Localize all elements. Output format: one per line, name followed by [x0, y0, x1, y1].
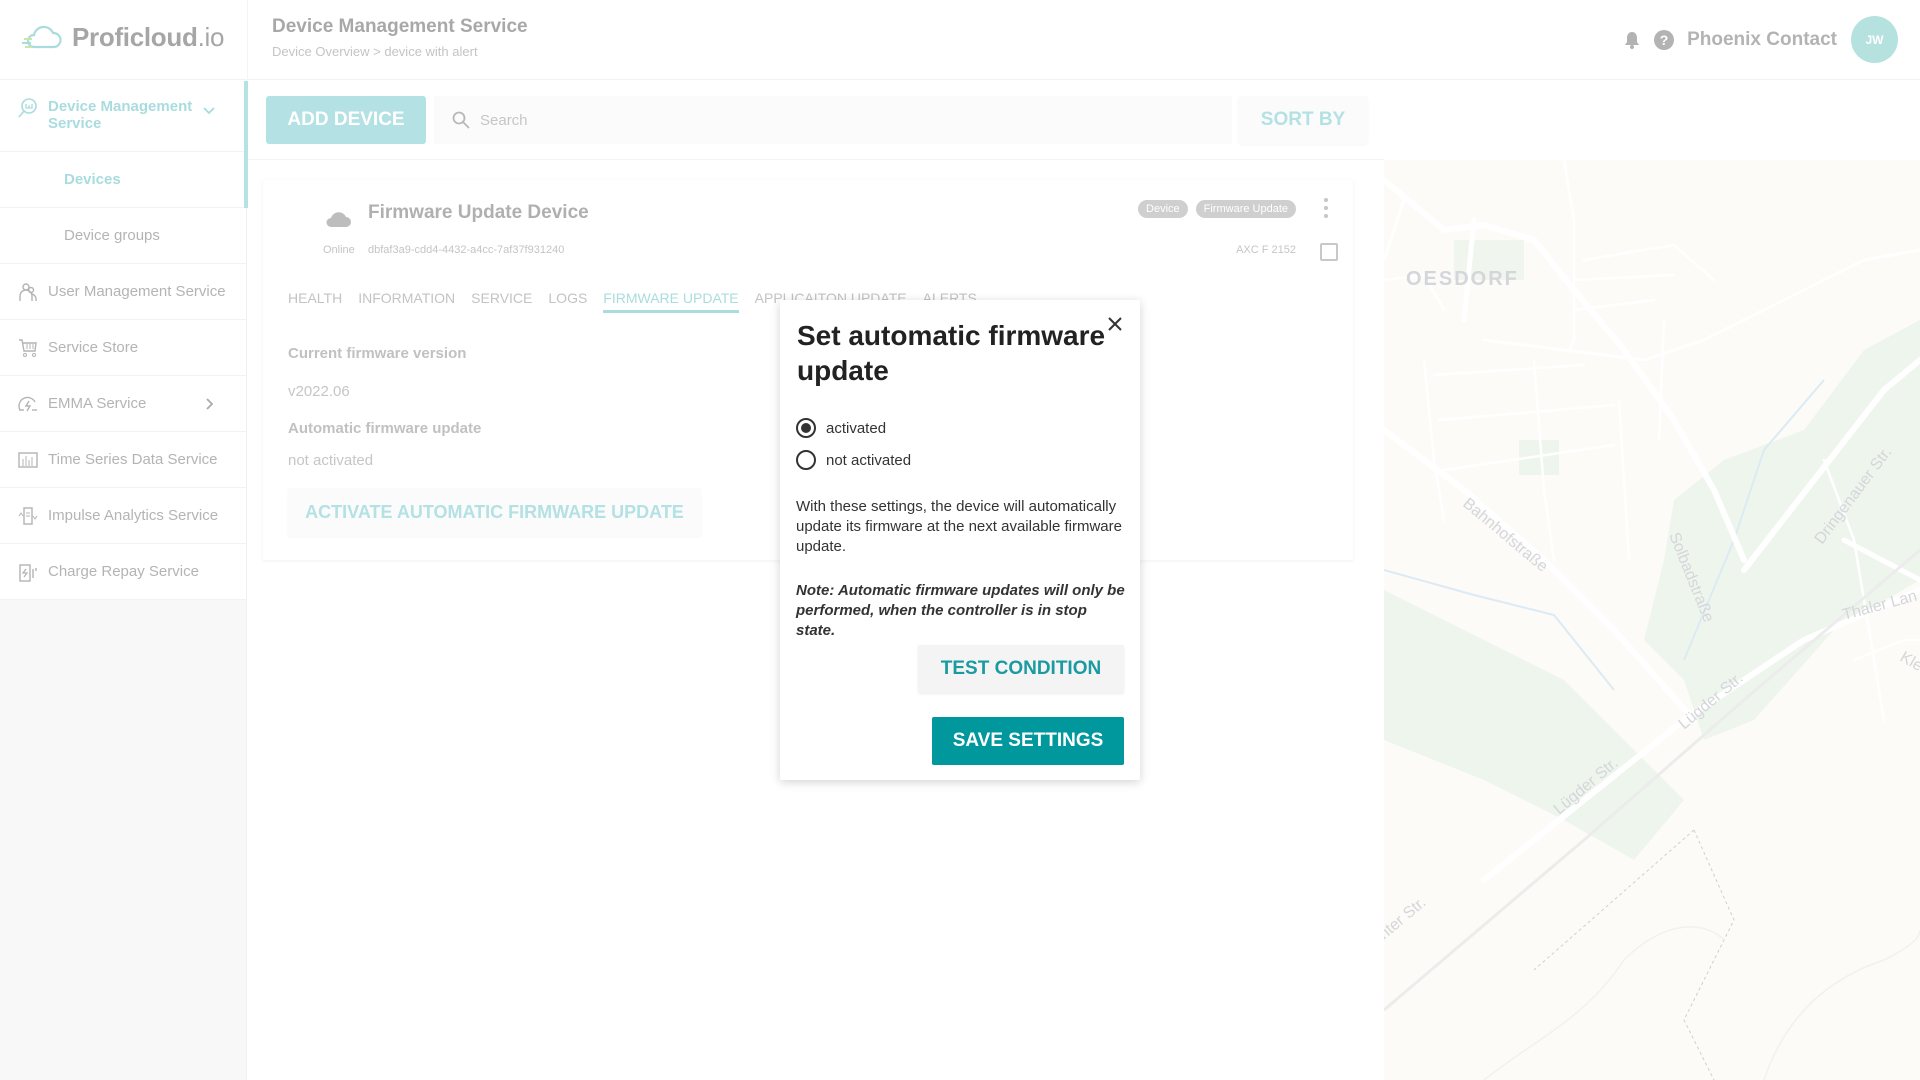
- search-input[interactable]: [480, 111, 1180, 129]
- tab-logs[interactable]: LOGS: [548, 290, 587, 313]
- cloud-icon: [326, 212, 351, 227]
- search-icon: [452, 111, 470, 129]
- close-icon[interactable]: [1106, 315, 1124, 333]
- dialog-note: Note: Automatic firmware updates will on…: [796, 582, 1125, 639]
- radio-button-unchecked[interactable]: [796, 450, 816, 470]
- tab-firmware-update[interactable]: FIRMWARE UPDATE: [603, 290, 739, 313]
- tag-badge[interactable]: Device: [1138, 200, 1188, 218]
- breadcrumb[interactable]: Device Overview > device with alert: [272, 44, 478, 59]
- auto-update-label: Automatic firmware update: [288, 420, 482, 437]
- sidebar-item-label: Charge Repay Service: [48, 563, 199, 580]
- device-toolbar: ADD DEVICE SORT BY: [248, 80, 1384, 160]
- auto-firmware-dialog: Set automatic firmware update activated …: [780, 300, 1140, 780]
- sidebar-item-label: Impulse Analytics Service: [48, 507, 219, 524]
- device-management-icon: [18, 98, 38, 118]
- cloud-logo-icon: [22, 25, 62, 48]
- tab-health[interactable]: HEALTH: [288, 290, 342, 313]
- radio-button-checked[interactable]: [796, 418, 816, 438]
- device-id: dbfaf3a9-cdd4-4432-a4cc-7af37f931240: [368, 244, 565, 256]
- chevron-down-icon[interactable]: [202, 103, 216, 117]
- sidebar-item-time-series[interactable]: Time Series Data Service: [0, 432, 246, 488]
- sidebar-item-emma[interactable]: EMMA Service: [0, 376, 246, 432]
- dialog-title: Set automatic firmware update: [797, 320, 1106, 386]
- tab-service[interactable]: SERVICE: [471, 290, 532, 313]
- header-actions: ? Phoenix Contact JW: [1621, 16, 1898, 63]
- current-firmware-label: Current firmware version: [288, 345, 467, 362]
- bell-icon[interactable]: [1621, 29, 1643, 51]
- sidebar-item-label: EMMA Service: [48, 395, 147, 412]
- top-header: Proficloud.io Device Management Service …: [0, 0, 1920, 80]
- sidebar-item-device-groups[interactable]: Device groups: [0, 208, 246, 264]
- emma-gauge-icon: [18, 394, 38, 414]
- activate-auto-update-button[interactable]: ACTIVATE AUTOMATIC FIRMWARE UPDATE: [288, 488, 701, 536]
- sidebar-item-device-management[interactable]: Device Management Service: [0, 80, 246, 152]
- bar-chart-icon: [18, 450, 38, 470]
- svg-text:?: ?: [1660, 32, 1669, 48]
- device-tags: Device Firmware Update: [1138, 200, 1296, 218]
- device-model: AXC F 2152: [1236, 244, 1296, 256]
- device-name: Firmware Update Device: [368, 202, 589, 223]
- radio-option-not-activated[interactable]: not activated: [796, 450, 911, 470]
- sidebar-item-service-store[interactable]: Service Store: [0, 320, 246, 376]
- more-options-icon[interactable]: [1321, 196, 1331, 220]
- tag-badge[interactable]: Firmware Update: [1195, 200, 1296, 218]
- map-view[interactable]: OESDORF Bahnhofstraße Solbadstraße Dring…: [1384, 160, 1920, 1080]
- organization-name[interactable]: Phoenix Contact: [1687, 29, 1837, 51]
- proficloud-logo[interactable]: Proficloud.io: [22, 22, 247, 53]
- device-select-checkbox[interactable]: [1320, 243, 1338, 261]
- sidebar-item-impulse-analytics[interactable]: Impulse Analytics Service: [0, 488, 246, 544]
- page-title: Device Management Service: [272, 16, 528, 37]
- sidebar-item-label: Service Store: [48, 339, 139, 356]
- map-label-district: OESDORF: [1406, 268, 1519, 290]
- cart-icon: [18, 338, 38, 358]
- app-root: Proficloud.io Device Management Service …: [0, 0, 1920, 1080]
- tab-information[interactable]: INFORMATION: [358, 290, 455, 313]
- radio-label: activated: [826, 419, 887, 437]
- map-label-street: Kle: [1897, 649, 1920, 675]
- save-settings-button[interactable]: SAVE SETTINGS: [932, 717, 1124, 765]
- sidebar-item-label: Device groups: [64, 227, 160, 244]
- device-status: Online: [323, 244, 355, 256]
- radio-label: not activated: [826, 451, 912, 469]
- auto-update-value: not activated: [288, 452, 374, 469]
- sidebar-item-label: User Management Service: [48, 283, 226, 300]
- sidebar-item-charge-repay[interactable]: Charge Repay Service: [0, 544, 246, 600]
- map-label-street: nter Str.: [1384, 894, 1429, 943]
- dialog-description: With these settings, the device will aut…: [796, 498, 1122, 555]
- sidebar-item-label: Time Series Data Service: [48, 451, 218, 468]
- charging-icon: [18, 562, 38, 582]
- map-canvas: OESDORF Bahnhofstraße Solbadstraße Dring…: [1384, 160, 1920, 1080]
- add-device-button[interactable]: ADD DEVICE: [266, 96, 426, 144]
- users-icon: [18, 282, 38, 302]
- impulse-analytics-icon: [18, 506, 38, 526]
- sort-by-button[interactable]: SORT BY: [1238, 96, 1368, 144]
- sidebar-item-label: Devices: [64, 171, 121, 188]
- help-icon[interactable]: ?: [1653, 29, 1675, 51]
- sidebar-item-devices[interactable]: Devices: [0, 152, 246, 208]
- sidebar-item-user-management[interactable]: User Management Service: [0, 264, 246, 320]
- header-divider: [247, 0, 248, 80]
- test-condition-button[interactable]: TEST CONDITION: [918, 645, 1124, 693]
- search-box: [434, 96, 1232, 144]
- user-avatar[interactable]: JW: [1851, 16, 1898, 63]
- sidebar-item-label: Device Management Service: [48, 98, 193, 132]
- logo-text: Proficloud.io: [72, 22, 225, 52]
- sidebar-nav: Device Management Service Devices Device…: [0, 80, 246, 600]
- radio-option-activated[interactable]: activated: [796, 418, 886, 438]
- current-firmware-value: v2022.06: [288, 383, 350, 400]
- sidebar: Device Management Service Devices Device…: [0, 80, 247, 1080]
- map-label-street: Bahnhofstraße: [1459, 495, 1550, 576]
- chevron-right-icon[interactable]: [202, 397, 216, 411]
